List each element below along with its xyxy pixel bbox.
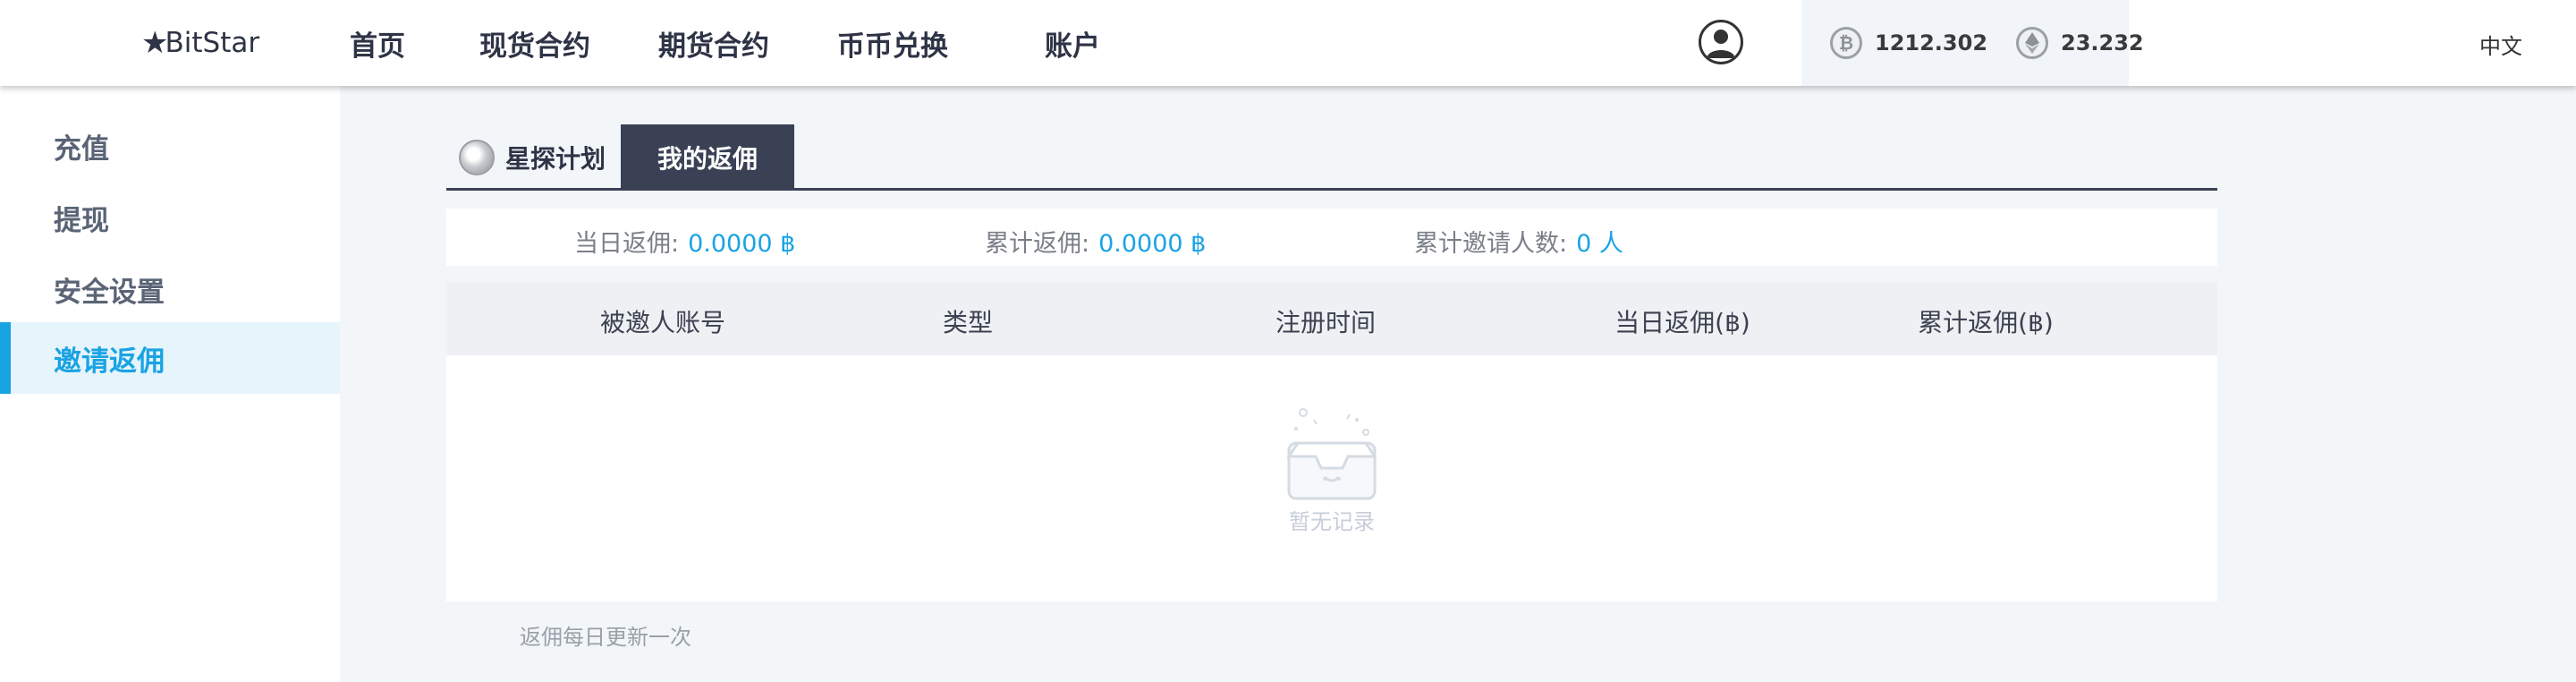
- tab-star-program-label: 星探计划: [505, 144, 606, 174]
- total-rebate-value: 0.0000 ฿: [1098, 230, 1207, 258]
- logo-text: BitStar: [165, 27, 260, 59]
- total-rebate-label: 累计返佣:: [985, 230, 1090, 258]
- tab-my-rebates[interactable]: 我的返佣: [621, 124, 794, 191]
- sidebar-item-withdraw[interactable]: 提现: [0, 182, 340, 253]
- nav-home[interactable]: 首页: [350, 23, 405, 64]
- column-invitee-account: 被邀人账号: [599, 308, 726, 337]
- tab-bar: 星探计划 我的返佣: [446, 124, 2217, 191]
- top-navbar: ★ BitStar 首页 现货合约 期货合约 币币兑换 账户 ₿ 1212.30…: [0, 0, 2576, 86]
- total-invites-stat: 累计邀请人数: 0 人: [1414, 224, 1623, 259]
- column-daily-rebate: 当日返佣(฿): [1614, 308, 1750, 337]
- btc-balance-value: 1212.302: [1875, 30, 1988, 55]
- sidebar-item-deposit[interactable]: 充值: [0, 110, 340, 182]
- empty-state-text: 暂无记录: [1289, 509, 1375, 534]
- nav-spot-contract[interactable]: 现货合约: [479, 23, 590, 64]
- column-register-time: 注册时间: [1275, 308, 1377, 337]
- ethereum-icon: [2016, 27, 2049, 59]
- total-rebate-stat: 累计返佣: 0.0000 ฿: [985, 224, 1206, 259]
- rebate-summary: 当日返佣: 0.0000 ฿ 累计返佣: 0.0000 ฿ 累计邀请人数: 0 人: [446, 209, 2217, 266]
- eth-balance: 23.232: [2016, 27, 2144, 59]
- tab-star-program[interactable]: 星探计划: [459, 137, 606, 178]
- update-note: 返佣每日更新一次: [520, 625, 691, 650]
- eth-balance-value: 23.232: [2061, 30, 2144, 55]
- sidebar-item-referral[interactable]: 邀请返佣: [0, 322, 340, 394]
- column-type: 类型: [942, 308, 994, 337]
- daily-rebate-label: 当日返佣:: [574, 230, 680, 258]
- nav-futures-contract[interactable]: 期货合约: [658, 23, 769, 64]
- rebate-table: 被邀人账号 类型 注册时间 当日返佣(฿) 累计返佣(฿) 暂无记录: [446, 282, 2217, 601]
- btc-balance: ₿ 1212.302: [1830, 27, 1987, 59]
- nav-account[interactable]: 账户: [1045, 23, 1100, 64]
- sidebar: 充值 提现 安全设置 邀请返佣: [0, 86, 340, 682]
- globe-icon: [459, 140, 495, 175]
- nav-coin-exchange[interactable]: 币币兑换: [837, 23, 948, 64]
- daily-rebate-value: 0.0000 ฿: [688, 230, 796, 258]
- bitcoin-icon: ₿: [1830, 27, 1862, 59]
- empty-inbox-icon: [1287, 408, 1377, 500]
- sidebar-item-security[interactable]: 安全设置: [0, 253, 340, 325]
- balance-panel: ₿ 1212.302 23.232: [1801, 0, 2144, 86]
- user-avatar-icon[interactable]: [1699, 20, 1743, 64]
- daily-rebate-stat: 当日返佣: 0.0000 ฿: [574, 224, 795, 259]
- total-invites-label: 累计邀请人数:: [1414, 230, 1568, 258]
- total-invites-value: 0 人: [1576, 230, 1623, 258]
- table-header: 被邀人账号 类型 注册时间 当日返佣(฿) 累计返佣(฿): [446, 282, 2217, 355]
- column-total-rebate: 累计返佣(฿): [1918, 308, 2054, 337]
- bitstar-logo[interactable]: ★ BitStar: [141, 25, 259, 61]
- language-switch[interactable]: 中文: [2479, 29, 2522, 60]
